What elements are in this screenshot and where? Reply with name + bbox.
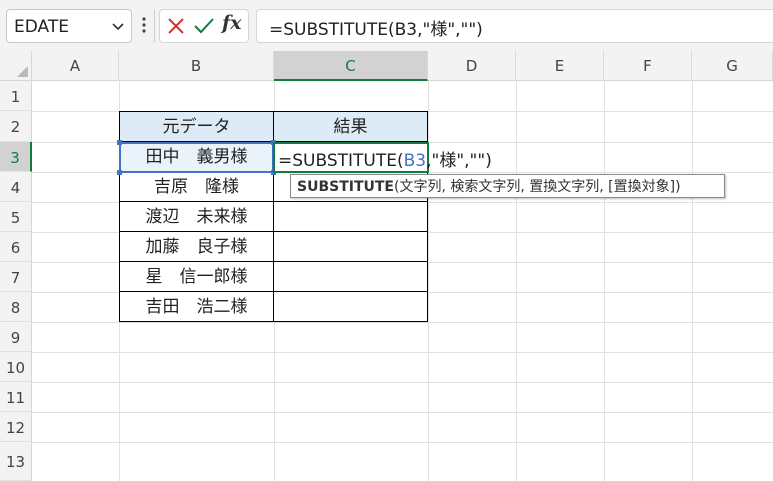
formula-input[interactable]: =SUBSTITUTE(B3,"様","")	[256, 9, 773, 43]
cell-c6[interactable]	[274, 232, 428, 262]
row-header-12[interactable]: 12	[0, 412, 32, 442]
row-header-11[interactable]: 11	[0, 382, 32, 412]
column-header-e[interactable]: E	[516, 51, 604, 81]
tooltip-arguments: (文字列, 検索文字列, 置換文字列, [置換対象])	[394, 179, 681, 195]
gridline-horizontal	[32, 322, 773, 323]
row-header-4[interactable]: 4	[0, 172, 32, 202]
formula-bar-divider	[154, 9, 155, 43]
cell-b7[interactable]: 星 信一郎様	[119, 262, 274, 292]
active-cell-formula: =SUBSTITUTE(B3,"様","")	[278, 146, 492, 171]
column-header-c[interactable]: C	[274, 51, 428, 81]
gridline-horizontal	[32, 352, 773, 353]
name-box-value: EDATE	[14, 17, 69, 37]
cell-b3[interactable]: 田中 義男様	[121, 144, 272, 171]
cell-b5[interactable]: 渡辺 未来様	[119, 202, 274, 232]
select-all-triangle	[17, 66, 28, 77]
row-header-9[interactable]: 9	[0, 322, 32, 352]
column-header-f[interactable]: F	[604, 51, 692, 81]
cell-c8[interactable]	[274, 292, 428, 322]
cell-c7[interactable]	[274, 262, 428, 292]
cell-b8[interactable]: 吉田 浩二様	[119, 292, 274, 322]
row-header-10[interactable]: 10	[0, 352, 32, 382]
column-header-d[interactable]: D	[428, 51, 516, 81]
header-cell-result[interactable]: 結果	[274, 111, 428, 142]
row-header-13[interactable]: 13	[0, 442, 32, 481]
column-header-a[interactable]: A	[32, 51, 119, 81]
column-header-b[interactable]: B	[119, 51, 274, 81]
formula-reference: B3	[403, 151, 427, 171]
cell-c5[interactable]	[274, 202, 428, 232]
row-header-7[interactable]: 7	[0, 262, 32, 292]
x-icon[interactable]	[166, 16, 186, 36]
gridline-horizontal	[32, 382, 773, 383]
row-header-3[interactable]: 3	[0, 142, 32, 172]
gridline-horizontal	[32, 442, 773, 443]
active-cell-c3[interactable]: =SUBSTITUTE(B3,"様","")	[273, 142, 492, 173]
gridline-vertical	[428, 81, 429, 481]
function-tooltip: SUBSTITUTE(文字列, 検索文字列, 置換文字列, [置換対象])	[290, 174, 725, 198]
cell-b4[interactable]: 吉原 隆様	[119, 172, 274, 202]
checkmark-icon[interactable]	[193, 16, 215, 36]
row-header-1[interactable]: 1	[0, 81, 32, 111]
formula-buttons: fx	[159, 9, 249, 43]
gridline-vertical	[516, 81, 517, 481]
gridline-vertical	[604, 81, 605, 481]
formula-prefix: =SUBSTITUTE(	[278, 151, 404, 171]
vertical-ellipsis-icon[interactable]	[140, 14, 148, 36]
formula-bar: EDATE fx =SUBSTITUTE(B3,"様","")	[0, 0, 773, 51]
row-header-2[interactable]: 2	[0, 111, 32, 142]
select-all-button[interactable]	[0, 51, 32, 81]
tooltip-function-name[interactable]: SUBSTITUTE	[297, 179, 394, 195]
row-header-5[interactable]: 5	[0, 202, 32, 232]
gridline-vertical	[692, 81, 693, 481]
cell-b6[interactable]: 加藤 良子様	[119, 232, 274, 262]
gridline-horizontal	[32, 412, 773, 413]
row-header-8[interactable]: 8	[0, 292, 32, 322]
chevron-down-icon[interactable]	[110, 18, 126, 34]
formula-suffix: ,"様","")	[426, 151, 492, 171]
name-box[interactable]: EDATE	[6, 9, 132, 43]
row-header-6[interactable]: 6	[0, 232, 32, 262]
column-header-g[interactable]: G	[692, 51, 773, 81]
header-cell-source[interactable]: 元データ	[119, 111, 274, 142]
fx-icon[interactable]: fx	[222, 12, 242, 34]
